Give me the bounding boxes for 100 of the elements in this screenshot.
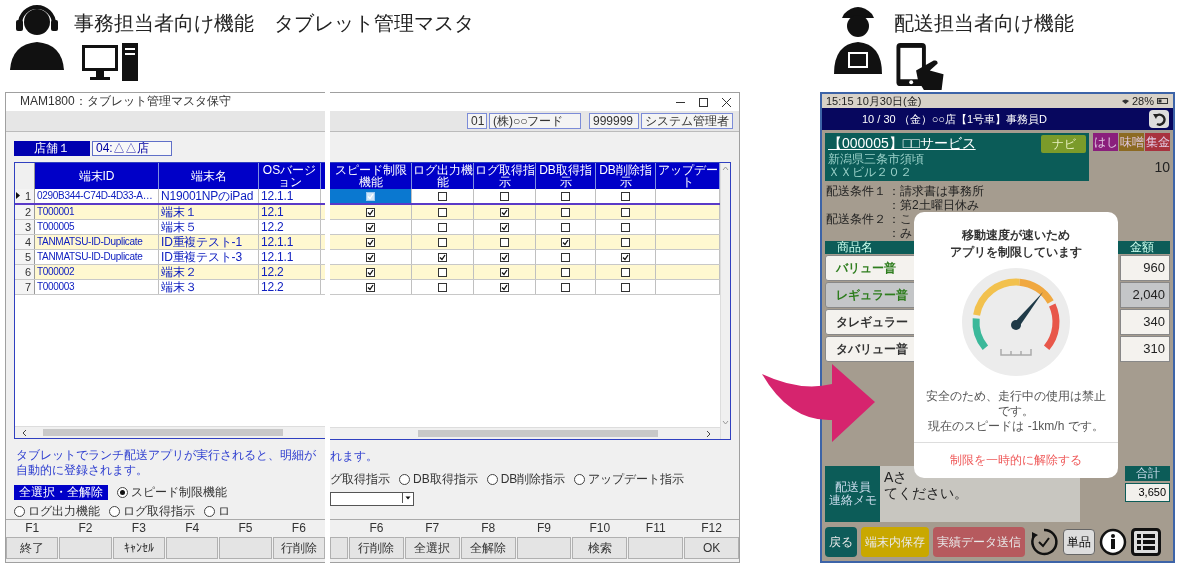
scroll-left-icon[interactable] xyxy=(21,428,29,437)
checkbox[interactable] xyxy=(366,222,375,232)
close-icon[interactable] xyxy=(722,97,731,107)
checkbox[interactable] xyxy=(366,282,375,292)
action-button[interactable]: 戻る xyxy=(825,527,857,557)
header-title: 10 / 30 （金）○○店【1号車】事務員D xyxy=(862,111,1048,127)
checkbox[interactable] xyxy=(500,267,509,277)
checkbox[interactable] xyxy=(438,252,447,262)
checkbox[interactable] xyxy=(500,237,509,247)
checkbox[interactable] xyxy=(621,207,630,217)
radio-button[interactable] xyxy=(399,474,410,485)
checkbox[interactable] xyxy=(561,267,570,277)
condition-text: ：こ xyxy=(888,211,912,225)
checkbox[interactable] xyxy=(621,191,630,201)
radio-button[interactable] xyxy=(486,474,498,485)
address-line: ＸＸビル２０２ xyxy=(828,166,913,179)
scroll-right-icon[interactable] xyxy=(704,429,712,438)
checkbox[interactable] xyxy=(500,282,509,292)
checkbox[interactable] xyxy=(438,207,447,217)
function-key-button[interactable]: 終了 xyxy=(6,537,59,559)
checkbox[interactable] xyxy=(438,222,447,232)
checkbox[interactable] xyxy=(561,252,570,262)
checkbox[interactable] xyxy=(366,252,375,262)
function-key-button[interactable]: OK xyxy=(684,537,739,559)
checkbox[interactable] xyxy=(621,237,630,247)
function-key-button[interactable]: 行削除 xyxy=(349,537,404,559)
checkbox[interactable] xyxy=(438,237,447,247)
customer-name[interactable]: 【000005】□□サービス xyxy=(828,135,976,153)
battery-percent: 28% xyxy=(1131,94,1154,108)
checkbox[interactable] xyxy=(621,252,630,262)
scrollbar[interactable] xyxy=(330,427,720,439)
address-line: 新潟県三条市須頃 xyxy=(828,153,925,166)
column-header: OSバージョン xyxy=(259,162,321,189)
checkbox[interactable] xyxy=(500,207,509,217)
column-header: 金額 xyxy=(1130,241,1154,254)
checkbox[interactable] xyxy=(621,222,630,232)
scrollbar[interactable] xyxy=(15,426,325,438)
radio-label: ログ出力機能 xyxy=(28,504,100,519)
checkbox[interactable] xyxy=(366,267,375,277)
function-key-label: F6 xyxy=(369,522,384,535)
dialog-message: 安全のため、走行中の使用は禁止です。 現在のスピードは -1km/h です。 xyxy=(925,389,1107,434)
checkbox[interactable] xyxy=(561,207,570,217)
maximize-icon[interactable] xyxy=(699,97,708,107)
release-button[interactable]: 制限を一時的に解除する xyxy=(914,442,1118,478)
dialog-title: 移動速度が速いため アプリを制限しています xyxy=(950,227,1082,261)
table-cell: 12.1.1 xyxy=(259,188,321,203)
checkbox[interactable] xyxy=(621,282,630,292)
function-key-label: F1 xyxy=(25,522,40,535)
select-all-button[interactable]: 全選択・全解除 xyxy=(14,485,108,500)
condition-label: 配送条件１ xyxy=(826,183,887,197)
function-key-label: F8 xyxy=(481,522,496,535)
checkbox[interactable] xyxy=(561,191,570,201)
function-key-button[interactable]: 検索 xyxy=(572,537,628,559)
info-icon[interactable] xyxy=(1099,528,1127,556)
clock-icon[interactable] xyxy=(1029,527,1059,557)
store-field[interactable]: 04:△△店 xyxy=(92,140,172,156)
checkbox[interactable] xyxy=(366,237,375,247)
checkbox[interactable] xyxy=(561,222,570,232)
condition-text: ：み xyxy=(888,225,912,239)
radio-button[interactable] xyxy=(574,474,586,485)
dropdown[interactable] xyxy=(330,492,414,506)
tag: 集金 xyxy=(1145,133,1170,151)
tag: はし xyxy=(1093,133,1118,151)
condition-text: ：請求書は事務所 xyxy=(888,183,984,197)
checkbox[interactable] xyxy=(438,267,447,277)
table-cell: 端末１ xyxy=(159,204,259,219)
radio-button[interactable] xyxy=(14,506,25,517)
wifi-icon xyxy=(1121,98,1129,104)
checkbox[interactable] xyxy=(438,282,447,292)
checkbox[interactable] xyxy=(500,252,509,262)
grid-corner xyxy=(15,162,35,189)
table-cell: 端末３ xyxy=(159,279,259,294)
checkbox[interactable] xyxy=(438,191,447,201)
function-key-button[interactable]: ｷｬﾝｾﾙ xyxy=(112,537,165,559)
function-key-button[interactable]: 行削除 xyxy=(272,537,325,559)
radio-label: ロ xyxy=(218,504,230,519)
header-field: (株)○○フード xyxy=(489,113,581,129)
function-key-label: F3 xyxy=(131,522,146,535)
checkbox[interactable] xyxy=(366,207,375,217)
function-key-button[interactable]: 全選択 xyxy=(404,537,460,559)
checkbox[interactable] xyxy=(561,237,570,247)
action-button[interactable]: 実績データ送信 xyxy=(933,527,1025,557)
radio-button[interactable] xyxy=(117,487,128,498)
radio-button[interactable] xyxy=(204,506,215,517)
function-key-button[interactable]: 全解除 xyxy=(460,537,516,559)
table-cell: ID重複テスト-1 xyxy=(159,234,259,249)
total-value: 3,650 xyxy=(1125,483,1170,502)
radio-button[interactable] xyxy=(109,506,120,517)
checkbox[interactable] xyxy=(500,191,509,201)
back-button[interactable] xyxy=(1149,110,1169,128)
radio-label: グ取得指示 xyxy=(330,471,390,488)
table-cell: ID重複テスト-3 xyxy=(159,249,259,264)
list-icon[interactable] xyxy=(1131,528,1161,556)
checkbox[interactable] xyxy=(561,282,570,292)
table-cell: TANMATSU-ID-Duplicate xyxy=(35,234,159,249)
checkbox[interactable] xyxy=(500,222,509,232)
checkbox[interactable] xyxy=(621,267,630,277)
store-label: 店舗１ xyxy=(14,140,90,156)
item-amount: 310 xyxy=(1120,336,1170,362)
unit-button[interactable]: 単品 xyxy=(1063,529,1095,555)
